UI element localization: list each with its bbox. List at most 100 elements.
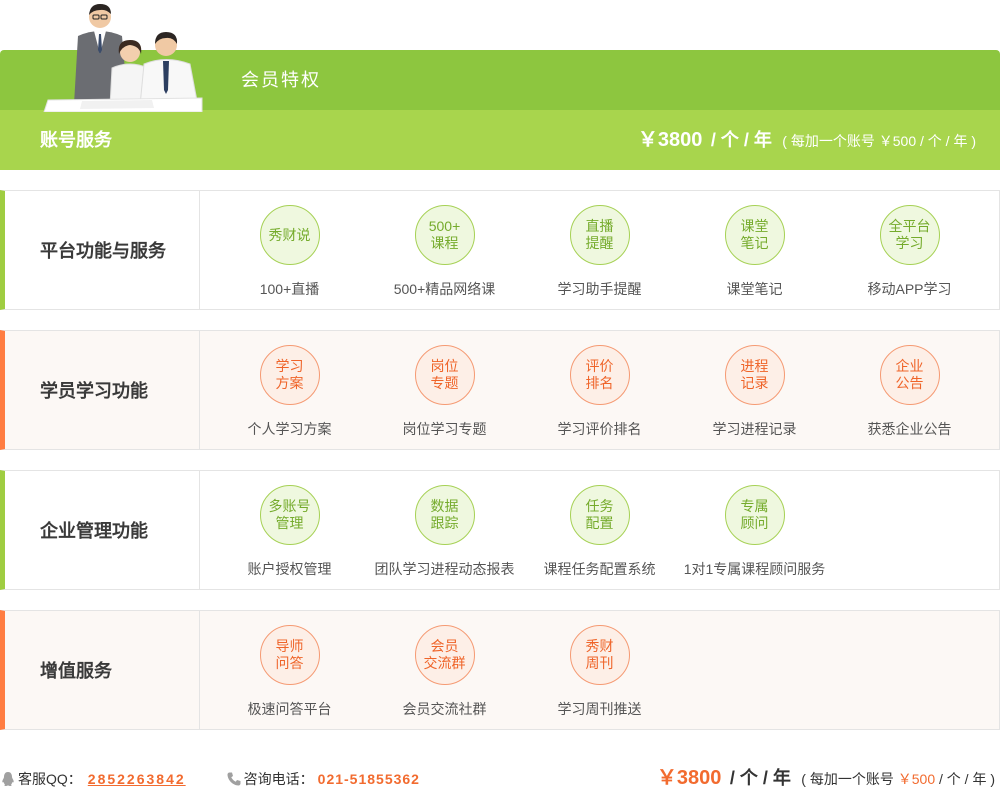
badge-text: 多账号	[268, 498, 311, 514]
feature-label: 学习进程记录	[712, 421, 797, 437]
feature-item: 专属 顾问 1对1专属课程顾问服务	[677, 471, 832, 589]
header-price: ￥3800 / 个 / 年 ( 每加一个账号 ￥500 / 个 / 年 )	[638, 126, 976, 156]
feature-item: 500+ 课程 500+精品网络课	[367, 191, 522, 309]
badge-text: 数据	[430, 498, 459, 514]
badge-text: 排名	[585, 375, 614, 391]
contact-info: 客服QQ： 2852263842 咨询电话： 021-51855362	[0, 768, 420, 788]
feature-label: 个人学习方案	[247, 421, 332, 437]
feature-badge: 学习 方案	[259, 345, 320, 405]
badge-text: 会员	[430, 638, 459, 654]
badge-text: 公告	[895, 375, 924, 391]
feature-label: 团队学习进程动态报表	[374, 561, 515, 577]
feature-item: 企业 公告 获悉企业公告	[832, 331, 987, 449]
feature-label: 极速问答平台	[247, 701, 332, 717]
feature-item: 直播 提醒 学习助手提醒	[522, 191, 677, 309]
section-platform-services: 平台功能与服务 秀财说 100+直播 500+ 课程 500+精品网络课 直播 …	[0, 190, 1000, 310]
badge-text: 评价	[585, 358, 614, 374]
badge-text: 周刊	[585, 655, 614, 671]
badge-text: 课程	[430, 235, 459, 251]
feature-badge: 会员 交流群	[414, 625, 475, 685]
feature-label: 岗位学习专题	[402, 421, 487, 437]
feature-list: 导师 问答 极速问答平台 会员 交流群 会员交流社群 秀财 周刊 学习周刊推送	[200, 611, 677, 729]
feature-badge: 多账号 管理	[259, 485, 320, 545]
badge-text: 进程	[740, 358, 769, 374]
phone-block: 咨询电话： 021-51855362	[226, 769, 420, 788]
feature-badge: 500+ 课程	[414, 205, 475, 265]
badge-text: 学习	[275, 358, 304, 374]
feature-badge: 专属 顾问	[724, 485, 785, 545]
feature-label: 500+精品网络课	[393, 281, 496, 297]
section-title: 增值服务	[5, 611, 200, 729]
feature-badge: 评价 排名	[569, 345, 630, 405]
badge-text: 专题	[430, 375, 459, 391]
section-student-learning: 学员学习功能 学习 方案 个人学习方案 岗位 专题 岗位学习专题 评价 排名 学…	[0, 330, 1000, 450]
badge-text: 企业	[895, 358, 924, 374]
badge-text: 直播	[585, 218, 614, 234]
badge-text: 问答	[275, 655, 304, 671]
business-people-image	[43, 4, 203, 112]
badge-text: 导师	[275, 638, 304, 654]
service-label: 账号服务	[40, 130, 112, 150]
feature-badge: 进程 记录	[724, 345, 785, 405]
feature-label: 学习评价排名	[557, 421, 642, 437]
extra-price: ￥500	[878, 133, 917, 149]
badge-text: 专属	[740, 498, 769, 514]
badge-text: 顾问	[740, 515, 769, 531]
qq-number-link[interactable]: 2852263842	[88, 771, 186, 787]
feature-list: 多账号 管理 账户授权管理 数据 跟踪 团队学习进程动态报表 任务 配置 课程任…	[200, 471, 832, 589]
feature-item: 秀财 周刊 学习周刊推送	[522, 611, 677, 729]
feature-label: 账户授权管理	[247, 561, 332, 577]
feature-item: 任务 配置 课程任务配置系统	[522, 471, 677, 589]
feature-badge: 企业 公告	[879, 345, 940, 405]
extra-prefix: ( 每加一个账号	[801, 771, 898, 787]
feature-badge: 岗位 专题	[414, 345, 475, 405]
feature-item: 岗位 专题 岗位学习专题	[367, 331, 522, 449]
feature-item: 全平台 学习 移动APP学习	[832, 191, 987, 309]
badge-text: 500+	[428, 218, 461, 234]
footer-price: ￥3800 / 个 / 年 ( 每加一个账号 ￥500 / 个 / 年 )	[657, 764, 995, 788]
phone-icon	[227, 772, 241, 786]
badge-text: 提醒	[585, 235, 614, 251]
page-title: 会员特权	[241, 70, 321, 90]
badge-text: 岗位	[430, 358, 459, 374]
badge-text: 全平台	[888, 218, 931, 234]
extra-account-price: ( 每加一个账号 ￥500 / 个 / 年 )	[782, 133, 976, 149]
qq-label: 客服QQ：	[18, 771, 82, 787]
feature-label: 课堂笔记	[726, 281, 783, 297]
feature-item: 导师 问答 极速问答平台	[212, 611, 367, 729]
feature-label: 学习周刊推送	[557, 701, 642, 717]
badge-text: 交流群	[423, 655, 466, 671]
price-amount: ￥3800	[656, 767, 722, 788]
feature-badge: 秀财说	[259, 205, 320, 265]
extra-suffix: / 个 / 年 )	[935, 771, 995, 787]
badge-text: 配置	[585, 515, 614, 531]
badge-text: 笔记	[740, 235, 769, 251]
badge-text: 管理	[275, 515, 304, 531]
feature-badge: 任务 配置	[569, 485, 630, 545]
feature-item: 秀财说 100+直播	[212, 191, 367, 309]
feature-badge: 课堂 笔记	[724, 205, 785, 265]
section-enterprise-management: 企业管理功能 多账号 管理 账户授权管理 数据 跟踪 团队学习进程动态报表 任务	[0, 470, 1000, 590]
badge-text: 秀财	[585, 638, 614, 654]
feature-label: 课程任务配置系统	[543, 561, 656, 577]
feature-label: 100+直播	[259, 281, 320, 297]
feature-badge: 全平台 学习	[879, 205, 940, 265]
feature-list: 秀财说 100+直播 500+ 课程 500+精品网络课 直播 提醒 学习助手提…	[200, 191, 987, 309]
badge-text: 课堂	[740, 218, 769, 234]
feature-item: 会员 交流群 会员交流社群	[367, 611, 522, 729]
feature-label: 移动APP学习	[867, 281, 952, 297]
feature-item: 数据 跟踪 团队学习进程动态报表	[367, 471, 522, 589]
price-unit: / 个 / 年	[710, 130, 772, 150]
extra-prefix: ( 每加一个账号	[782, 133, 879, 149]
price-amount: ￥3800	[637, 129, 703, 151]
membership-page: 会员特权 账号服务 ￥3800 / 个 / 年 ( 每加一个账号 ￥500 / …	[0, 0, 1000, 788]
section-title: 学员学习功能	[5, 331, 200, 449]
badge-text: 方案	[275, 375, 304, 391]
feature-badge: 秀财 周刊	[569, 625, 630, 685]
feature-label: 会员交流社群	[402, 701, 487, 717]
feature-label: 获悉企业公告	[867, 421, 952, 437]
section-title: 平台功能与服务	[5, 191, 200, 309]
feature-item: 评价 排名 学习评价排名	[522, 331, 677, 449]
price-unit: / 个 / 年	[729, 768, 791, 788]
feature-badge: 数据 跟踪	[414, 485, 475, 545]
